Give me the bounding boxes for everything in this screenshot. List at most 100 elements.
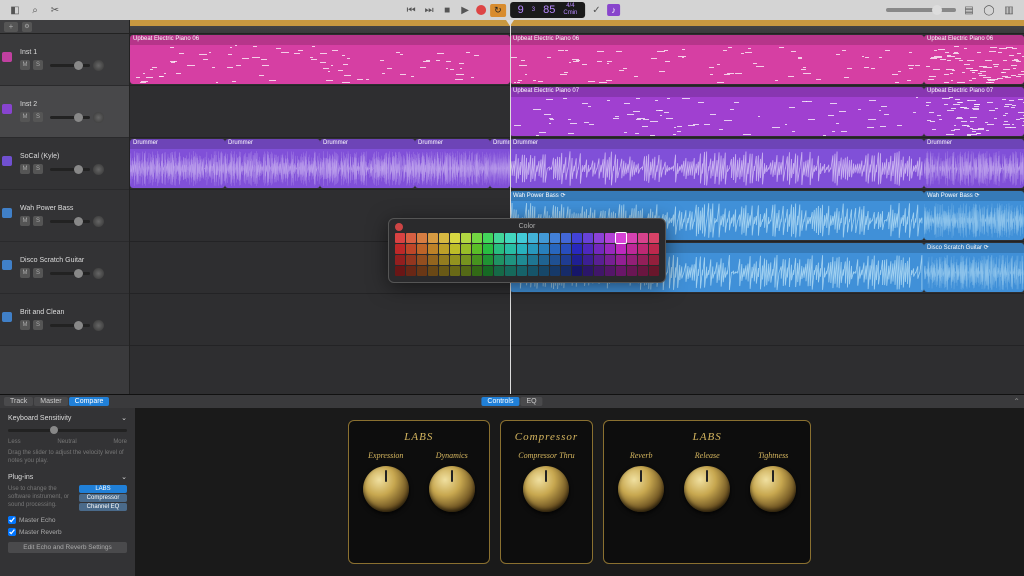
color-swatch[interactable] bbox=[627, 233, 637, 243]
color-swatch[interactable] bbox=[605, 255, 615, 265]
mute-button[interactable]: M bbox=[20, 216, 30, 226]
stop-icon[interactable]: ■ bbox=[440, 3, 454, 17]
master-echo-checkbox[interactable]: Master Echo bbox=[8, 516, 127, 524]
color-swatch[interactable] bbox=[472, 233, 482, 243]
color-swatch[interactable] bbox=[428, 255, 438, 265]
plugin-slot-labs[interactable]: LABS bbox=[79, 485, 127, 493]
color-swatch[interactable] bbox=[627, 266, 637, 276]
library-icon[interactable]: ◧ bbox=[8, 3, 22, 17]
color-swatch[interactable] bbox=[583, 266, 593, 276]
mute-button[interactable]: M bbox=[20, 320, 30, 330]
track-options-icon[interactable]: ⚙ bbox=[22, 22, 32, 32]
volume-slider[interactable] bbox=[50, 324, 90, 327]
color-swatch[interactable] bbox=[517, 255, 527, 265]
region[interactable]: Drummer bbox=[415, 139, 490, 188]
track-lane[interactable]: DrummerDrummerDrummerDrummerDrummerDrumm… bbox=[130, 138, 1024, 190]
color-swatch[interactable] bbox=[627, 244, 637, 254]
color-swatch[interactable] bbox=[539, 244, 549, 254]
close-icon[interactable] bbox=[395, 223, 403, 231]
master-reverb-checkbox[interactable]: Master Reverb bbox=[8, 528, 127, 536]
color-swatch[interactable] bbox=[539, 233, 549, 243]
pan-knob[interactable] bbox=[93, 216, 104, 227]
color-swatch[interactable] bbox=[472, 244, 482, 254]
color-swatch[interactable] bbox=[594, 233, 604, 243]
color-swatch[interactable] bbox=[439, 255, 449, 265]
mute-button[interactable]: M bbox=[20, 60, 30, 70]
solo-button[interactable]: S bbox=[33, 216, 43, 226]
color-swatch[interactable] bbox=[583, 255, 593, 265]
color-swatch[interactable] bbox=[616, 255, 626, 265]
color-swatch[interactable] bbox=[483, 255, 493, 265]
color-swatch[interactable] bbox=[594, 266, 604, 276]
color-swatch[interactable] bbox=[649, 255, 659, 265]
color-swatch[interactable] bbox=[406, 255, 416, 265]
tab-controls[interactable]: Controls bbox=[481, 397, 519, 406]
color-swatch[interactable] bbox=[539, 266, 549, 276]
color-swatch[interactable] bbox=[505, 244, 515, 254]
solo-button[interactable]: S bbox=[33, 320, 43, 330]
color-swatch[interactable] bbox=[550, 244, 560, 254]
color-swatch[interactable] bbox=[583, 233, 593, 243]
region[interactable]: Upbeat Electric Piano 06 bbox=[130, 35, 510, 84]
color-swatch[interactable] bbox=[505, 255, 515, 265]
record-button[interactable] bbox=[476, 5, 486, 15]
color-swatch[interactable] bbox=[550, 233, 560, 243]
arrange-area[interactable]: Upbeat Electric Piano 06Upbeat Electric … bbox=[130, 20, 1024, 394]
track-header[interactable]: Wah Power Bass M S bbox=[0, 190, 129, 242]
color-swatch[interactable] bbox=[605, 233, 615, 243]
color-swatch[interactable] bbox=[517, 233, 527, 243]
kbsens-slider[interactable] bbox=[8, 429, 127, 432]
color-swatch[interactable] bbox=[517, 266, 527, 276]
master-volume-slider[interactable] bbox=[886, 8, 956, 12]
color-swatch[interactable] bbox=[483, 266, 493, 276]
color-swatch[interactable] bbox=[539, 255, 549, 265]
color-swatch[interactable] bbox=[517, 244, 527, 254]
color-swatch[interactable] bbox=[450, 266, 460, 276]
tab-eq[interactable]: EQ bbox=[520, 397, 542, 406]
color-swatch[interactable] bbox=[505, 266, 515, 276]
plugin-slot-channeleq[interactable]: Channel EQ bbox=[79, 503, 127, 511]
pan-knob[interactable] bbox=[93, 164, 104, 175]
color-swatch[interactable] bbox=[594, 255, 604, 265]
volume-slider[interactable] bbox=[50, 168, 90, 171]
color-swatch[interactable] bbox=[550, 255, 560, 265]
color-swatch[interactable] bbox=[649, 233, 659, 243]
track-header[interactable]: Disco Scratch Guitar M S bbox=[0, 242, 129, 294]
color-swatch[interactable] bbox=[417, 233, 427, 243]
region[interactable]: Drummer bbox=[320, 139, 415, 188]
mute-button[interactable]: M bbox=[20, 268, 30, 278]
color-swatch[interactable] bbox=[605, 266, 615, 276]
color-swatch[interactable] bbox=[450, 255, 460, 265]
color-swatch[interactable] bbox=[594, 244, 604, 254]
loops-icon[interactable]: ◯ bbox=[982, 3, 996, 17]
pan-knob[interactable] bbox=[93, 320, 104, 331]
color-swatch[interactable] bbox=[483, 233, 493, 243]
solo-button[interactable]: S bbox=[33, 268, 43, 278]
rewind-icon[interactable]: ⏮ bbox=[404, 3, 418, 17]
color-swatch[interactable] bbox=[572, 266, 582, 276]
region[interactable]: Drummer bbox=[510, 139, 924, 188]
track-lane[interactable] bbox=[130, 294, 1024, 346]
track-header[interactable]: Inst 1 M S bbox=[0, 34, 129, 86]
color-swatch[interactable] bbox=[483, 244, 493, 254]
solo-button[interactable]: S bbox=[33, 112, 43, 122]
color-swatch[interactable] bbox=[395, 244, 405, 254]
color-swatch[interactable] bbox=[583, 244, 593, 254]
region[interactable]: Upbeat Electric Piano 07 bbox=[510, 87, 924, 136]
volume-slider[interactable] bbox=[50, 64, 90, 67]
quick-help-icon[interactable]: ⌕ bbox=[28, 3, 42, 17]
scissors-icon[interactable]: ✂ bbox=[48, 3, 62, 17]
color-swatch[interactable] bbox=[472, 255, 482, 265]
knob-compressor-thru[interactable] bbox=[523, 466, 569, 512]
color-swatch[interactable] bbox=[616, 266, 626, 276]
color-swatch[interactable] bbox=[561, 233, 571, 243]
color-swatch[interactable] bbox=[528, 266, 538, 276]
cycle-range[interactable] bbox=[130, 20, 1024, 26]
track-header[interactable]: Inst 2 M S bbox=[0, 86, 129, 138]
color-swatch[interactable] bbox=[395, 233, 405, 243]
region[interactable]: Drummer bbox=[130, 139, 225, 188]
countin-icon[interactable]: ✓ bbox=[589, 3, 603, 17]
tab-compare[interactable]: Compare bbox=[69, 397, 110, 406]
color-swatch[interactable] bbox=[494, 233, 504, 243]
lcd-display[interactable]: 9 3 85 4/4Cmin bbox=[510, 2, 586, 18]
